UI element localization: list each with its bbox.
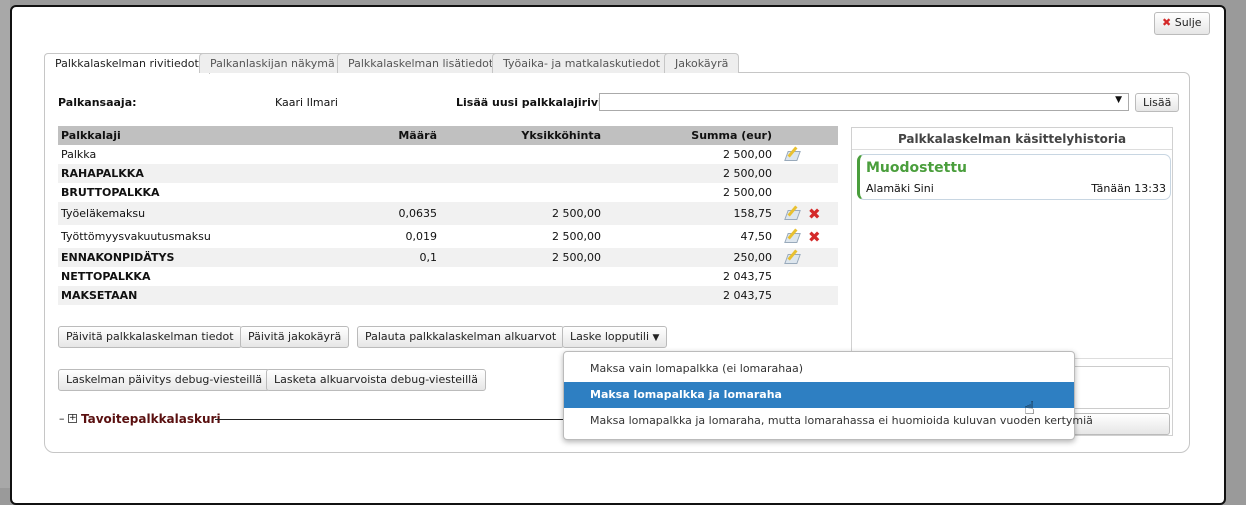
delete-icon[interactable]: ✖ <box>808 228 821 246</box>
history-status: Muodostettu <box>866 160 968 176</box>
pay-type: RAHAPALKKA <box>58 164 358 183</box>
quantity: 0,1 <box>358 248 440 267</box>
unit-price: 2 500,00 <box>440 248 604 267</box>
quantity <box>358 183 440 202</box>
col-sum: Summa (eur) <box>604 126 775 145</box>
menu-item-holiday-pay-and-bonus[interactable]: Maksa lomapalkka ja lomaraha <box>564 382 1074 408</box>
close-button[interactable]: ✖ Sulje <box>1154 12 1210 35</box>
tab-additional-info[interactable]: Palkkalaskelman lisätiedot <box>337 53 505 73</box>
final-settlement-button[interactable]: Laske lopputili ▼ <box>562 326 668 348</box>
edit-icon[interactable] <box>785 249 801 263</box>
pay-type: ENNAKONPIDÄTYS <box>58 248 358 267</box>
pay-type: MAKSETAAN <box>58 286 358 305</box>
update-details-button[interactable]: Päivitä palkkalaskelman tiedot <box>58 326 242 348</box>
add-button[interactable]: Lisää <box>1135 93 1180 112</box>
pay-rows-table: Palkkalaji Määrä Yksikköhinta Summa (eur… <box>58 126 838 305</box>
sum: 2 043,75 <box>604 286 775 305</box>
debug-initial-button[interactable]: Lasketa alkuarvoista debug-viesteillä <box>266 369 486 391</box>
history-item: Muodostettu Alamäki Sini Tänään 13:33 <box>857 154 1171 200</box>
pay-type: Työttömyysvakuutusmaksu <box>61 230 211 243</box>
tab-row-details[interactable]: Palkkalaskelman rivitiedot <box>44 53 210 74</box>
sum: 250,00 <box>604 248 775 267</box>
sum: 47,50 <box>740 230 773 243</box>
col-unit-price: Yksikköhinta <box>440 126 604 145</box>
unit-price <box>440 286 604 305</box>
quantity: 0,019 <box>405 230 438 243</box>
restore-defaults-button[interactable]: Palauta palkkalaskelman alkuarvot <box>357 326 565 348</box>
unit-price <box>440 145 604 164</box>
edit-icon[interactable] <box>785 228 801 242</box>
edit-icon[interactable] <box>785 146 801 160</box>
quantity <box>358 164 440 183</box>
table-row: MAKSETAAN 2 043,75 <box>58 286 838 305</box>
pay-type: Palkka <box>61 148 97 161</box>
collapse-dash: – <box>59 412 65 425</box>
table-row: Työttömyysvakuutusmaksu 0,019 2 500,00 4… <box>58 225 838 248</box>
target-calculator-toggle[interactable]: Tavoitepalkkalaskuri <box>81 412 221 426</box>
expand-icon[interactable]: + <box>68 414 77 423</box>
tab-distribution-curve[interactable]: Jakokäyrä <box>664 53 740 73</box>
unit-price <box>440 267 604 286</box>
table-row: NETTOPALKKA 2 043,75 <box>58 267 838 286</box>
debug-update-button[interactable]: Laskelman päivitys debug-viesteillä <box>58 369 271 391</box>
edit-icon[interactable] <box>785 205 801 219</box>
pay-type: NETTOPALKKA <box>61 270 151 283</box>
table-row: Palkka 2 500,00 <box>58 145 838 164</box>
quantity: 0,0635 <box>358 202 440 225</box>
unit-price: 2 500,00 <box>440 202 604 225</box>
col-pay-type: Palkkalaji <box>58 126 358 145</box>
table-row: BRUTTOPALKKA 2 500,00 <box>58 183 838 202</box>
add-row-label: Lisää uusi palkkalajirivi: <box>456 96 607 109</box>
tab-calculator-view[interactable]: Palkanlaskijan näkymä <box>199 53 346 73</box>
delete-icon[interactable]: ✖ <box>808 205 821 223</box>
history-time: Tänään 13:33 <box>1091 182 1166 195</box>
unit-price <box>440 164 604 183</box>
sum: 2 500,00 <box>723 148 772 161</box>
quantity <box>358 286 440 305</box>
sum: 158,75 <box>604 202 775 225</box>
final-settlement-menu: Maksa vain lomapalkka (ei lomarahaa) Mak… <box>563 351 1093 440</box>
update-curve-button[interactable]: Päivitä jakokäyrä <box>240 326 350 348</box>
quantity <box>358 267 440 286</box>
caret-down-icon: ▼ <box>652 333 660 343</box>
pay-type-select[interactable]: ▼ <box>599 93 1129 111</box>
close-icon: ✖ <box>1162 16 1172 29</box>
tab-work-travel[interactable]: Työaika- ja matkalaskutiedot <box>492 53 672 73</box>
recipient-label: Palkansaaja: <box>58 96 137 109</box>
dropdown-arrow-icon: ▼ <box>1115 95 1122 105</box>
recipient-name: Kaari Ilmari <box>275 96 338 109</box>
unit-price: 2 500,00 <box>552 230 601 243</box>
sum: 2 500,00 <box>604 164 775 183</box>
hand-cursor-icon: ☝ <box>1024 398 1035 419</box>
pay-type: Työeläkemaksu <box>58 202 358 225</box>
background-page <box>0 0 10 488</box>
menu-item-holiday-pay-only[interactable]: Maksa vain lomapalkka (ei lomarahaa) <box>564 356 1074 382</box>
sum: 2 043,75 <box>723 270 772 283</box>
menu-item-holiday-pay-no-accrual[interactable]: Maksa lomapalkka ja lomaraha, mutta loma… <box>564 408 1093 434</box>
history-title: Palkkalaskelman käsittelyhistoria <box>852 128 1172 150</box>
unit-price <box>440 183 604 202</box>
col-quantity: Määrä <box>358 126 440 145</box>
table-row: ENNAKONPIDÄTYS 0,1 2 500,00 250,00 <box>58 248 838 267</box>
table-row: Työeläkemaksu 0,0635 2 500,00 158,75 ✖ <box>58 202 838 225</box>
history-user: Alamäki Sini <box>866 182 934 195</box>
quantity <box>358 145 440 164</box>
pay-type: BRUTTOPALKKA <box>61 186 160 199</box>
table-row: RAHAPALKKA 2 500,00 <box>58 164 838 183</box>
sum: 2 500,00 <box>723 186 772 199</box>
